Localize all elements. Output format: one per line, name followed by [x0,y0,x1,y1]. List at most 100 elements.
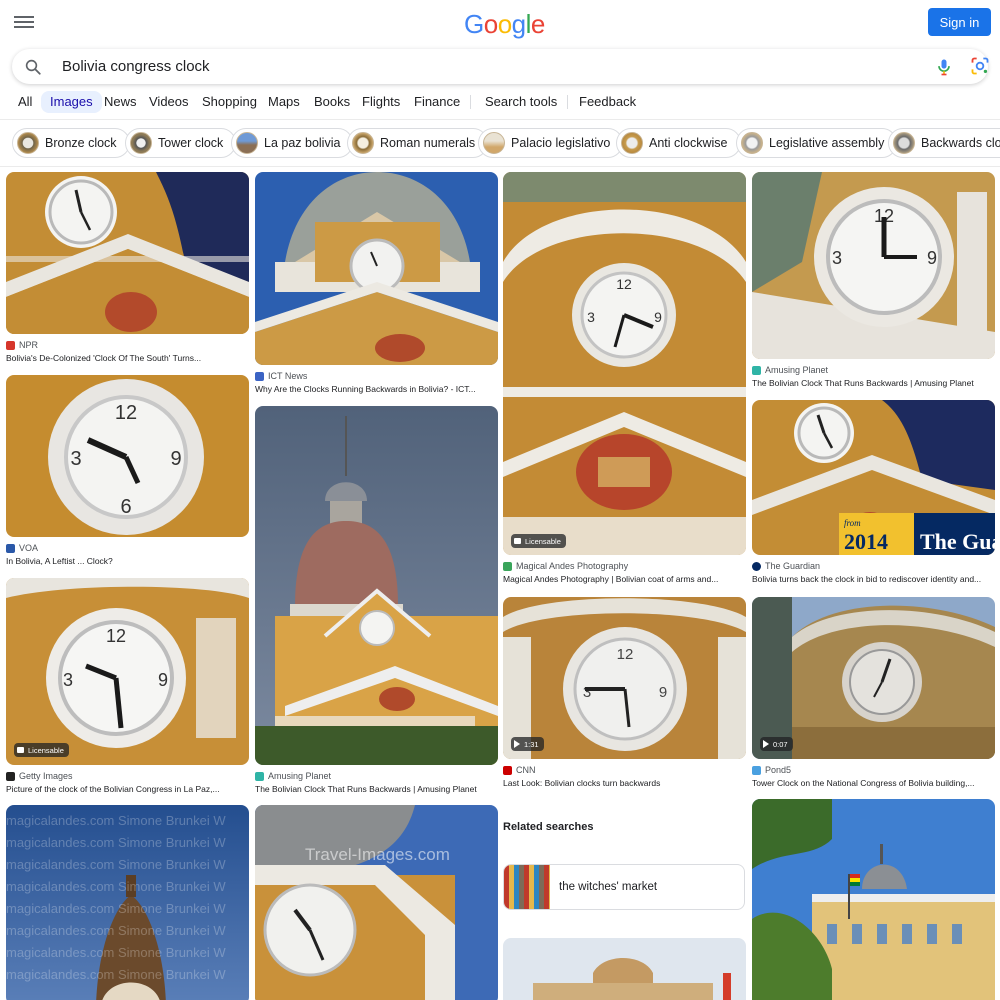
chip-thumbnail [17,132,39,154]
chip-thumbnail [483,132,505,154]
tab-all[interactable]: All [18,91,32,113]
chip-la-paz-bolivia[interactable]: La paz bolivia [231,128,354,158]
badge-label: 0:07 [773,739,788,749]
image-result[interactable]: NPR Bolivia's De-Colonized 'Clock Of The… [6,172,249,367]
svg-text:9: 9 [927,248,937,268]
result-caption[interactable]: In Bolivia, A Leftist ... Clock? [6,556,249,566]
google-lens-icon[interactable] [970,56,990,76]
svg-text:3: 3 [587,309,595,325]
result-thumbnail[interactable] [752,597,995,759]
image-result[interactable]: 12 6 3 9 VOA In Bolivia, A Leftist ... C… [6,375,249,570]
overlay-from-text: from [844,518,861,528]
cnn-favicon-icon [503,765,512,775]
tab-books[interactable]: Books [314,91,350,113]
google-logo[interactable]: Google [464,9,545,40]
image-result[interactable]: Travel-Images.com [255,805,498,1000]
result-thumbnail[interactable]: 12 3 9 [752,172,995,359]
tab-finance[interactable]: Finance [414,91,460,113]
clock-video-image: 12 3 9 [503,597,746,759]
image-result[interactable]: 12 3 9 Amusing Planet The Bolivian Clock… [752,172,995,392]
related-thumbnail [504,865,550,909]
image-result[interactable]: 12 3 9 1:31 CNN Last Look: Bolivian cloc… [503,597,746,792]
result-caption[interactable]: Picture of the clock of the Bolivian Con… [6,784,249,794]
result-caption[interactable]: Bolivia's De-Colonized 'Clock Of The Sou… [6,353,249,363]
related-search-item[interactable]: the witches' market [503,864,745,910]
related-thumbnail [503,938,746,1000]
result-caption[interactable]: Why Are the Clocks Running Backwards in … [255,384,498,394]
chip-thumbnail [893,132,915,154]
result-source: Amusing Planet [752,365,828,375]
image-result[interactable]: ICT News Why Are the Clocks Running Back… [255,172,498,397]
sign-in-button[interactable]: Sign in [928,8,991,36]
result-thumbnail[interactable]: magicalandes.com Simone Brunkei W magica… [6,805,249,1000]
result-thumbnail[interactable] [255,406,498,765]
chip-backwards-clock[interactable]: Backwards clock [888,128,1000,158]
chip-bronze-clock[interactable]: Bronze clock [12,128,130,158]
chip-palacio-legislativo[interactable]: Palacio legislativo [478,128,624,158]
result-thumbnail[interactable]: from 2014 The Guardia [752,400,995,555]
svg-text:3: 3 [832,248,842,268]
watermark-text: magicalandes.com Simone Brunkei W [6,835,226,850]
image-result[interactable]: magicalandes.com Simone Brunkei W magica… [6,805,249,1000]
result-caption[interactable]: Tower Clock on the National Congress of … [752,778,995,788]
image-result[interactable]: 12 3 9 Licensable Magical Andes Photogra… [503,172,746,588]
result-thumbnail[interactable]: 12 3 9 [6,578,249,765]
image-result[interactable]: Amusing Planet The Bolivian Clock That R… [255,406,498,796]
refinement-chips: Bronze clock Tower clock La paz bolivia … [0,128,1000,158]
chip-legislative-assembly[interactable]: Legislative assembly [736,128,898,158]
result-caption[interactable]: Bolivia turns back the clock in bid to r… [752,574,995,584]
related-search-label: the witches' market [559,881,658,893]
tab-maps[interactable]: Maps [268,91,300,113]
watermark-text: magicalandes.com Simone Brunkei W [6,879,226,894]
video-duration-badge: 1:31 [511,737,544,751]
npr-favicon-icon [6,340,15,350]
source-name: The Guardian [765,561,821,571]
logo-letter: G [464,9,484,39]
search-box[interactable]: Bolivia congress clock [12,49,990,84]
result-thumbnail[interactable]: 12 3 9 [503,172,746,555]
result-thumbnail[interactable] [752,799,995,1000]
search-tabs: All Images News Videos Shopping Maps Boo… [0,90,1000,118]
tab-videos[interactable]: Videos [149,91,189,113]
chip-thumbnail [741,132,763,154]
getty-favicon-icon [6,771,15,781]
search-icon[interactable] [24,58,42,76]
result-caption[interactable]: The Bolivian Clock That Runs Backwards |… [752,378,995,388]
watermark-text: magicalandes.com Simone Brunkei W [6,901,226,916]
main-menu-icon[interactable] [14,13,34,33]
related-search-item[interactable] [503,938,746,1000]
result-thumbnail[interactable]: 12 6 3 9 [6,375,249,537]
image-result[interactable]: from 2014 The Guardia The Guardian Boliv… [752,400,995,590]
result-caption[interactable]: Magical Andes Photography | Bolivian coa… [503,574,746,584]
tab-news[interactable]: News [104,91,137,113]
result-caption[interactable]: The Bolivian Clock That Runs Backwards |… [255,784,498,794]
guardian-clock-image: from 2014 The Guardia [752,400,995,555]
microphone-icon[interactable] [934,56,954,78]
tab-flights[interactable]: Flights [362,91,400,113]
result-caption[interactable]: Last Look: Bolivian clocks turn backward… [503,778,746,788]
guardian-favicon-icon [752,561,761,571]
tab-images[interactable]: Images [41,91,102,113]
svg-text:12: 12 [115,402,137,424]
result-source: Pond5 [752,765,791,775]
clock-coat-of-arms-image: 12 3 9 [503,172,746,555]
tab-shopping[interactable]: Shopping [202,91,257,113]
chip-anti-clockwise[interactable]: Anti clockwise [616,128,741,158]
result-thumbnail[interactable] [6,172,249,334]
result-thumbnail[interactable]: Travel-Images.com [255,805,498,1000]
header-divider [0,119,1000,120]
result-thumbnail[interactable]: 12 3 9 [503,597,746,759]
image-result[interactable]: 0:07 Pond5 Tower Clock on the National C… [752,597,995,792]
result-thumbnail[interactable] [255,172,498,365]
feedback-link[interactable]: Feedback [579,91,636,113]
dome-clock-image [255,172,498,365]
search-tools-button[interactable]: Search tools [485,91,557,113]
chip-thumbnail [236,132,258,154]
chip-roman-numerals[interactable]: Roman numerals [347,128,489,158]
image-result[interactable]: 12 3 9 Licensable Getty Images Picture o… [6,578,249,796]
chip-tower-clock[interactable]: Tower clock [125,128,237,158]
image-result[interactable] [752,799,995,1000]
svg-text:12: 12 [106,626,126,646]
watermark-text: magicalandes.com Simone Brunkei W [6,923,226,938]
search-input[interactable]: Bolivia congress clock [62,58,210,75]
